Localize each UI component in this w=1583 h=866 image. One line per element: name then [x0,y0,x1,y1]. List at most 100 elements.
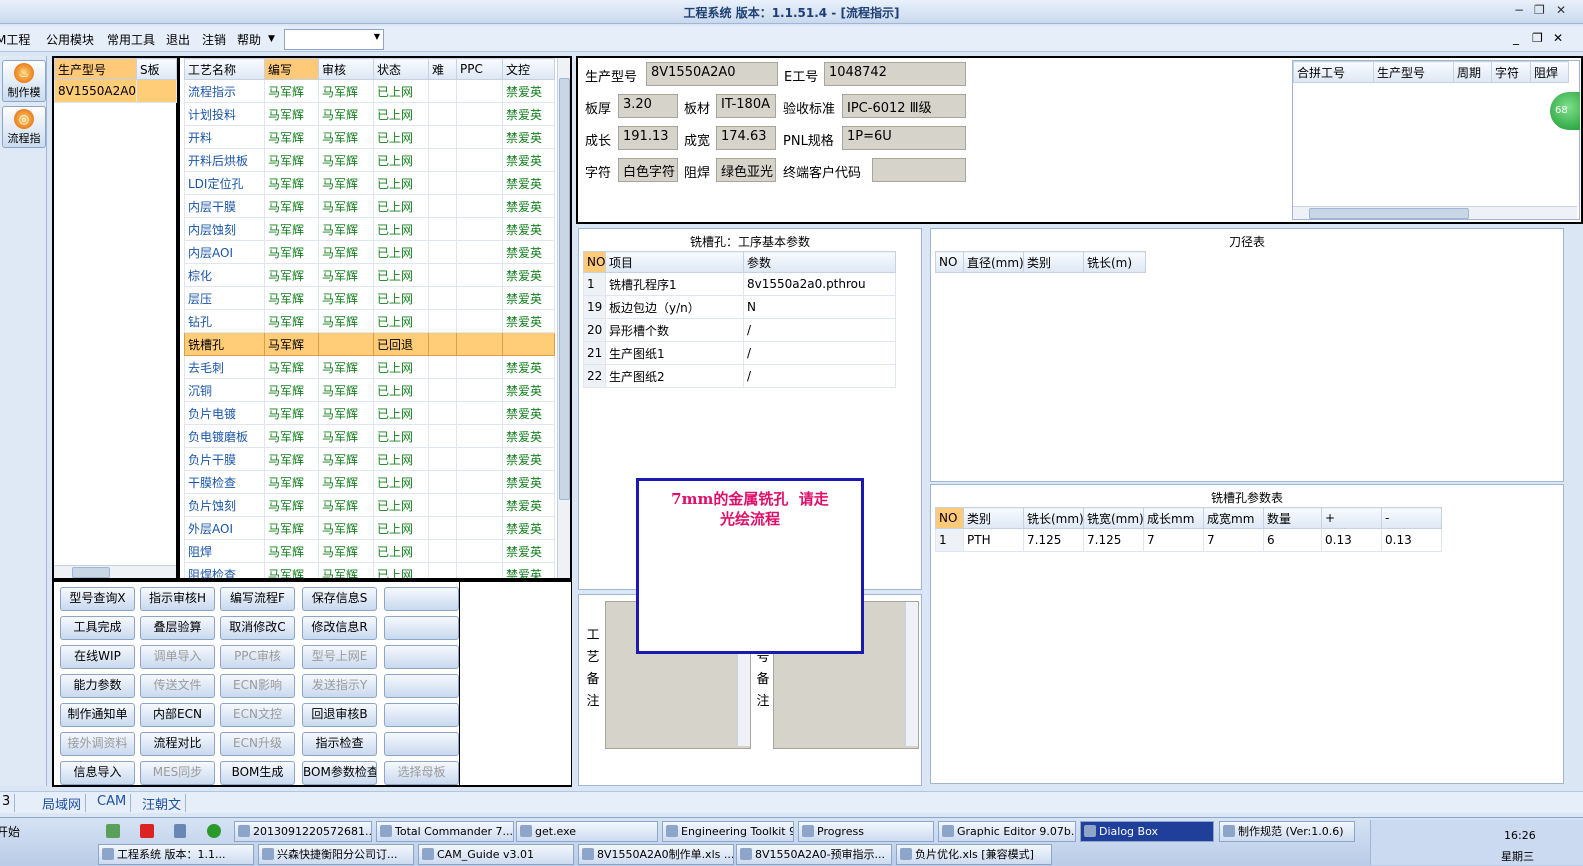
column-header[interactable]: NO [935,507,964,529]
cell[interactable]: 已上网 [373,263,429,287]
cell[interactable]: 马军辉 [264,148,319,172]
table-row[interactable]: 开料 马军辉 马军辉 已上网 禁爱英 [184,125,555,149]
taskbar-item[interactable]: Engineering Toolkit 9.... [662,821,794,842]
action-button[interactable]: 回退审核B [302,703,377,727]
cell[interactable]: 7.125 [1083,528,1144,552]
field-model[interactable]: 8V1550A2A0 [646,62,778,86]
status-tab-cam[interactable]: CAM [93,794,132,812]
cell[interactable]: 马军辉 [264,516,319,540]
cell[interactable]: 内层AOI [184,240,265,264]
chevron-down-icon[interactable]: ▼ [268,34,275,44]
cell[interactable] [456,309,503,333]
field-legend[interactable]: 白色字符 [618,158,678,182]
cell[interactable]: 禁爱英 [502,194,555,218]
action-button[interactable]: 型号查询X [60,587,135,611]
table-row[interactable]: 干膜检查 马军辉 马军辉 已上网 禁爱英 [184,470,555,494]
column-header[interactable]: + [1321,507,1382,529]
cell[interactable]: PTH [963,528,1024,552]
taskbar-item[interactable]: Total Commander 7.... [376,821,514,842]
action-button[interactable]: 选择母板 [384,761,459,785]
cell[interactable]: 已上网 [373,447,429,471]
cell[interactable]: 已上网 [373,516,429,540]
cell[interactable] [456,79,503,103]
menu-logout[interactable]: 注销 [202,31,226,48]
column-header[interactable]: NO [935,251,964,273]
field-standard[interactable]: IPC-6012 Ⅲ级 [842,94,966,118]
column-header[interactable]: 参数 [743,251,896,273]
table-row[interactable]: 负片电镀 马军辉 马军辉 已上网 禁爱英 [184,401,555,425]
cell[interactable]: 内层干膜 [184,194,265,218]
table-row[interactable]: 外层AOI 马军辉 马军辉 已上网 禁爱英 [184,516,555,540]
field-thickness[interactable]: 3.20 [618,94,678,118]
cell[interactable] [456,171,503,195]
cell[interactable]: 禁爱英 [502,309,555,333]
cell[interactable]: 禁爱英 [502,539,555,563]
chevron-down-icon[interactable]: ▼ [374,32,380,41]
column-header[interactable]: - [1381,507,1442,529]
cell[interactable]: 8v1550a2a0.pthrou [743,272,896,296]
cell[interactable]: 计划投料 [184,102,265,126]
field-length[interactable]: 191.13 [618,126,678,150]
status-tab-user[interactable]: 汪朝文 [138,794,187,813]
taskbar-item[interactable]: 8V1550A2A0制作单.xls ... [578,844,734,865]
table-row[interactable]: 负片干膜 马军辉 马军辉 已上网 禁爱英 [184,447,555,471]
cell[interactable]: 马军辉 [318,470,374,494]
cell[interactable] [456,332,503,356]
field-material[interactable]: IT-180A [716,94,776,118]
cell[interactable] [456,240,503,264]
cell[interactable]: 已上网 [373,148,429,172]
cell[interactable]: 内层蚀刻 [184,217,265,241]
cell[interactable]: 生产图纸2 [605,364,744,388]
cell[interactable]: 马军辉 [264,401,319,425]
cell[interactable]: 禁爱英 [502,424,555,448]
column-header[interactable]: 成宽mm [1203,507,1264,529]
cell[interactable]: 开料 [184,125,265,149]
cell[interactable]: 已上网 [373,378,429,402]
cell[interactable]: 马军辉 [264,309,319,333]
cell[interactable]: 禁爱英 [502,562,555,578]
cell[interactable] [456,263,503,287]
cell[interactable]: 禁爱英 [502,102,555,126]
cell[interactable]: 负片电镀 [184,401,265,425]
column-header[interactable]: 生产型号 [1373,61,1454,83]
cell[interactable]: 禁爱英 [502,171,555,195]
column-header[interactable]: 周期 [1453,61,1492,83]
cell[interactable]: 马军辉 [318,286,374,310]
table-row[interactable]: 开料后烘板 马军辉 马军辉 已上网 禁爱英 [184,148,555,172]
cell[interactable]: 马军辉 [318,171,374,195]
cell[interactable] [456,470,503,494]
cell[interactable] [456,493,503,517]
cell[interactable] [456,148,503,172]
cell[interactable] [456,102,503,126]
action-button[interactable]: ECN升级 [220,732,295,756]
cell[interactable]: 禁爱英 [502,493,555,517]
cell[interactable]: 马军辉 [318,148,374,172]
cell[interactable] [456,194,503,218]
cell[interactable]: 负片干膜 [184,447,265,471]
cell[interactable]: 禁爱英 [502,240,555,264]
column-header[interactable]: 字符 [1491,61,1531,83]
cell[interactable] [428,217,457,241]
cell[interactable]: / [743,364,896,388]
cell[interactable]: 铣槽孔程序1 [605,272,744,296]
column-header[interactable]: S板 [136,58,177,80]
column-header[interactable]: 阻焊 [1530,61,1569,83]
action-button[interactable]: 传送文件 [140,674,215,698]
cell[interactable]: LDI定位孔 [184,171,265,195]
cell[interactable] [428,240,457,264]
cell[interactable] [428,263,457,287]
cell[interactable]: 已上网 [373,171,429,195]
cell[interactable] [428,539,457,563]
cell[interactable]: 7.125 [1023,528,1084,552]
cell[interactable]: 生产图纸1 [605,341,744,365]
cell[interactable]: 马军辉 [318,309,374,333]
clock-time[interactable]: 16:26 [1504,829,1536,842]
cell[interactable]: 干膜检查 [184,470,265,494]
taskbar-item[interactable]: 8V1550A2A0-预审指示... [736,844,892,865]
column-header[interactable]: 状态 [373,58,429,80]
cell[interactable]: 19 [583,295,606,319]
mdi-minimize-icon[interactable]: _ [1513,31,1519,45]
cell[interactable] [456,539,503,563]
table-row[interactable]: 沉铜 马军辉 马军辉 已上网 禁爱英 [184,378,555,402]
quicklaunch-icon[interactable] [106,824,120,838]
